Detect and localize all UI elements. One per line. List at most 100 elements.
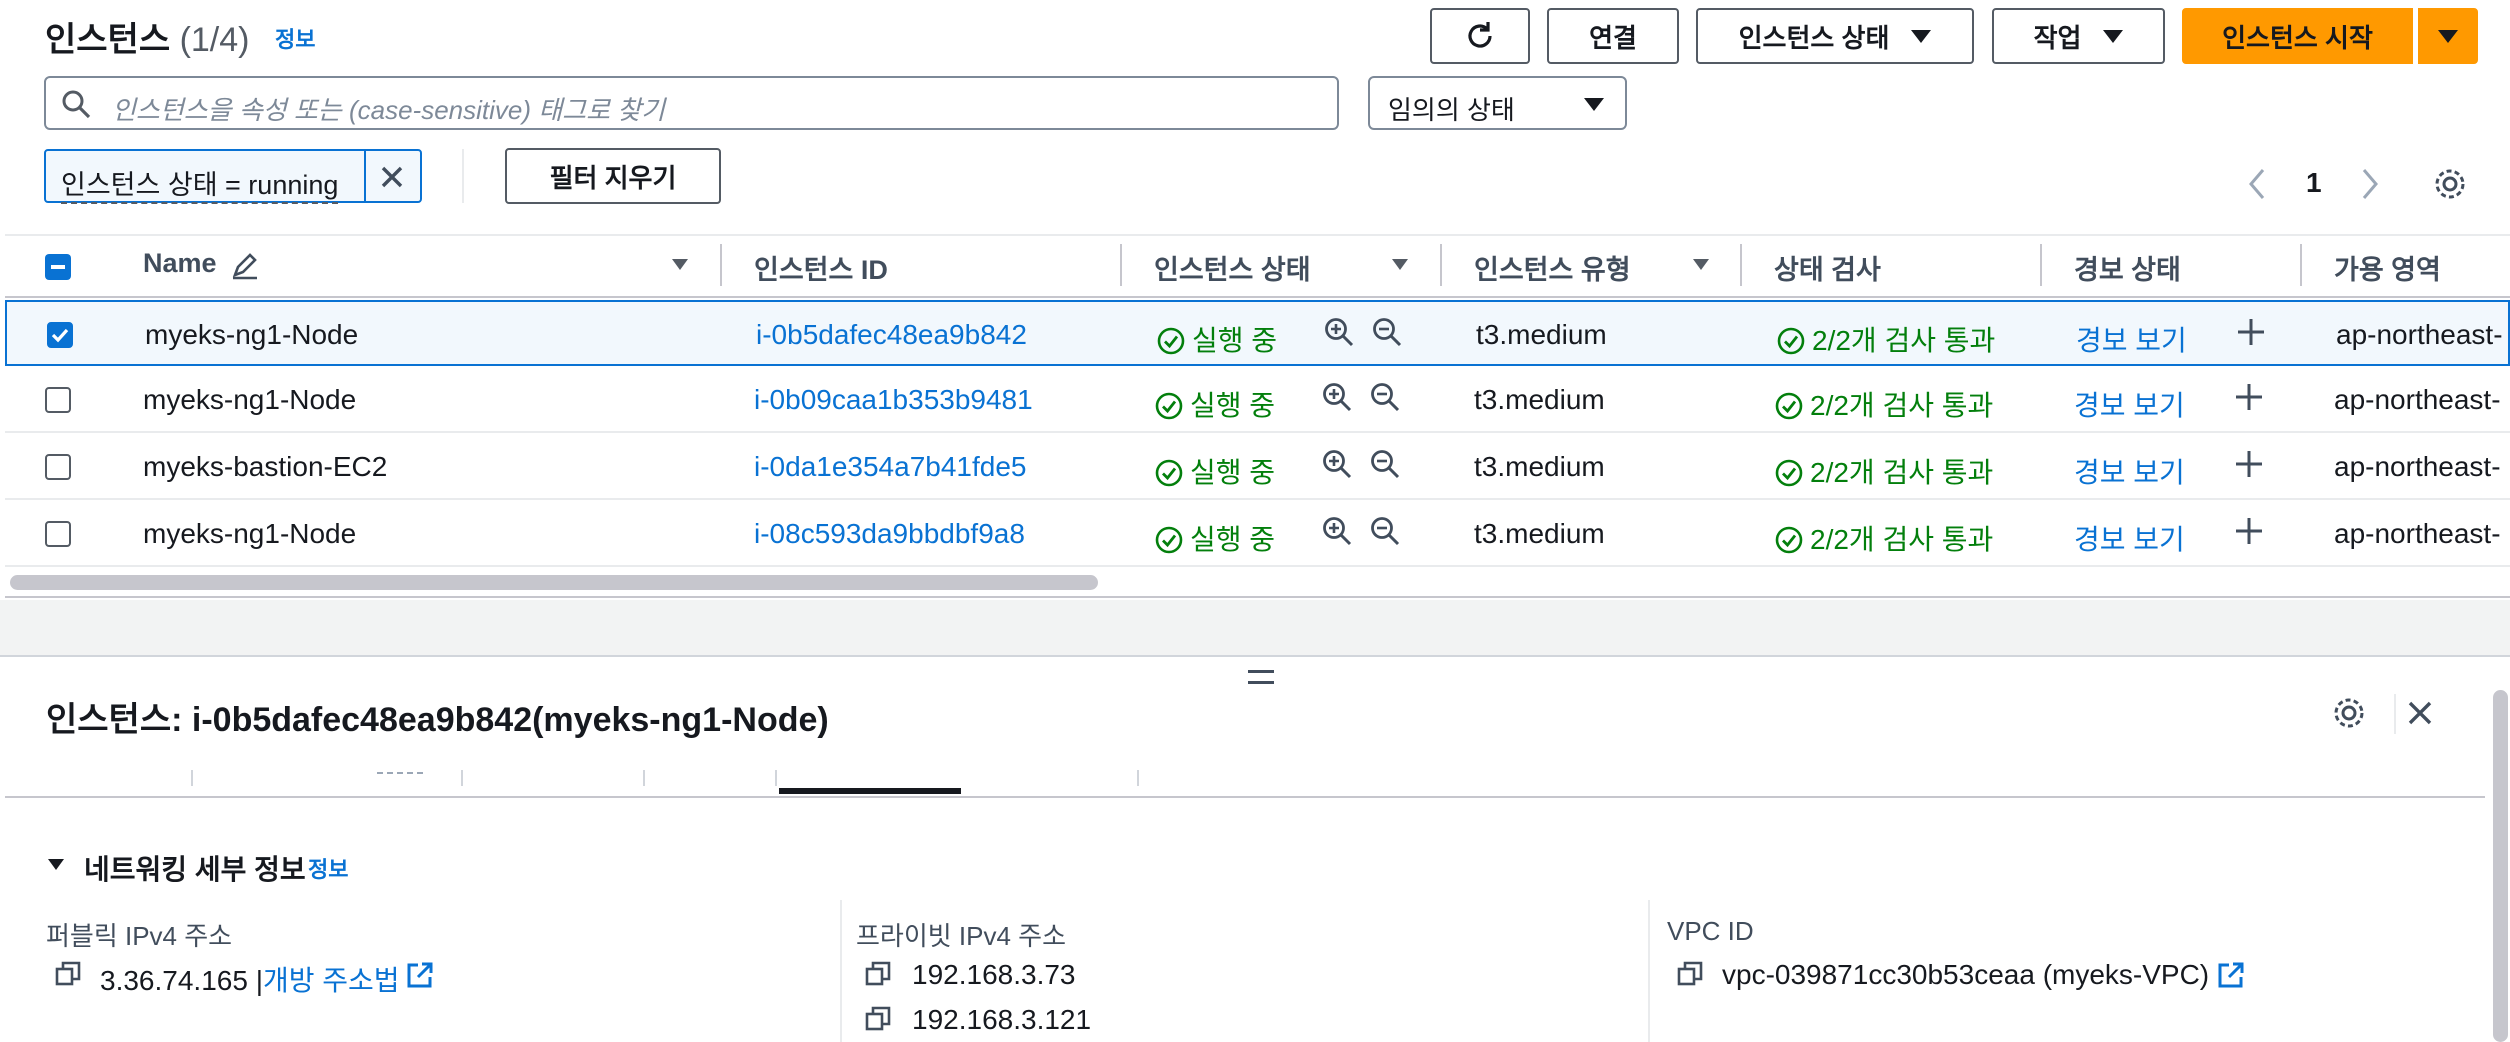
add-alarm-icon[interactable]	[2235, 316, 2267, 348]
column-header-instance-type[interactable]: 인스턴스 유형	[1474, 248, 1631, 287]
info-link[interactable]: 정보	[275, 22, 315, 54]
page-number[interactable]: 1	[2306, 167, 2322, 199]
instance-id-link[interactable]: i-08c593da9bbdbf9a8	[754, 518, 1025, 550]
external-link-icon[interactable]	[405, 960, 435, 990]
cell-name: myeks-ng1-Node	[143, 518, 357, 549]
status-ok-icon	[1777, 327, 1805, 355]
tab-separator	[1137, 770, 1139, 786]
detail-tabs	[5, 762, 2485, 798]
sort-icon[interactable]	[672, 259, 688, 270]
cell-instance-type: t3.medium	[1476, 319, 1607, 350]
caret-down-icon	[1911, 29, 1932, 43]
close-icon[interactable]	[376, 161, 408, 193]
zoom-out-icon[interactable]	[1369, 381, 1401, 413]
split-panel-divider	[0, 600, 2510, 657]
tab-separator	[191, 770, 193, 786]
caret-down-icon	[2438, 29, 2458, 43]
table-row[interactable]: myeks-ng1-Node i-0b5dafec48ea9b842 실행 중 t3.…	[5, 300, 2510, 366]
cell-name: myeks-ng1-Node	[143, 384, 357, 415]
cell-instance-state: 실행 중	[1156, 319, 1277, 359]
chevron-right-icon[interactable]	[2358, 166, 2382, 202]
refresh-button[interactable]	[1430, 8, 1530, 64]
zoom-out-icon[interactable]	[1369, 448, 1401, 480]
status-ok-icon	[1157, 327, 1185, 355]
edit-icon	[232, 253, 257, 280]
settings-gear-icon[interactable]	[2432, 166, 2468, 202]
view-alarms-link[interactable]: 경보 보기	[2074, 518, 2185, 558]
column-header-alarm-status[interactable]: 경보 상태	[2074, 248, 2181, 287]
refresh-icon	[1468, 22, 1492, 48]
tab-networking-active[interactable]	[779, 788, 961, 794]
state-filter-select[interactable]: 임의의 상태	[1368, 76, 1627, 130]
actions-dropdown[interactable]: 작업	[1992, 8, 2165, 64]
zoom-out-icon[interactable]	[1369, 515, 1401, 547]
table-row[interactable]: myeks-ng1-Node i-08c593da9bbdbf9a8 실행 중 t3.…	[5, 501, 2510, 567]
open-address-link[interactable]: 개방 주소법	[263, 965, 400, 996]
add-alarm-icon[interactable]	[2233, 381, 2265, 413]
connect-button[interactable]: 연결	[1547, 8, 1679, 64]
instance-id-link[interactable]: i-0b09caa1b353b9481	[754, 384, 1033, 416]
search-icon	[62, 90, 91, 119]
resize-handle[interactable]	[1248, 670, 1274, 684]
column-header-instance-id[interactable]: 인스턴스 ID	[754, 248, 888, 287]
instance-id-link[interactable]: i-0da1e354a7b41fde5	[754, 451, 1026, 483]
filter-token: 인스턴스 상태 = running	[44, 149, 422, 204]
section-info-link[interactable]: 정보	[308, 852, 348, 884]
column-header-availability-zone[interactable]: 가용 영역	[2334, 248, 2441, 287]
column-header-status-check[interactable]: 상태 검사	[1774, 248, 1881, 287]
cell-status-check: 2/2개 검사 통과	[1774, 384, 1993, 424]
chevron-left-icon[interactable]	[2245, 166, 2269, 202]
copy-icon[interactable]	[864, 1005, 892, 1033]
tab-separator	[775, 770, 777, 786]
row-checkbox[interactable]	[47, 322, 73, 348]
caret-down-icon[interactable]	[48, 859, 64, 870]
zoom-in-icon[interactable]	[1321, 381, 1353, 413]
settings-gear-icon[interactable]	[2331, 695, 2367, 731]
select-all-checkbox[interactable]	[45, 254, 71, 280]
copy-icon[interactable]	[54, 960, 82, 988]
clear-filters-button[interactable]: 필터 지우기	[505, 148, 721, 204]
sort-icon[interactable]	[1392, 259, 1408, 270]
row-checkbox[interactable]	[45, 387, 71, 413]
view-alarms-link[interactable]: 경보 보기	[2076, 319, 2187, 359]
tab-indicator	[377, 772, 423, 774]
zoom-in-icon[interactable]	[1321, 448, 1353, 480]
caret-down-icon	[2103, 29, 2124, 43]
vpc-id-link[interactable]: vpc-039871cc30b53ceaa (myeks-VPC)	[1722, 959, 2209, 991]
view-alarms-link[interactable]: 경보 보기	[2074, 451, 2185, 491]
search-input[interactable]: 인스턴스을 속성 또는 (case-sensitive) 태그로 찾기	[44, 76, 1339, 130]
instance-id-link[interactable]: i-0b5dafec48ea9b842	[756, 319, 1027, 351]
sort-icon[interactable]	[1693, 259, 1709, 270]
copy-icon[interactable]	[1676, 960, 1704, 988]
row-checkbox[interactable]	[45, 454, 71, 480]
cell-instance-type: t3.medium	[1474, 451, 1605, 482]
zoom-in-icon[interactable]	[1321, 515, 1353, 547]
instance-state-dropdown[interactable]: 인스턴스 상태	[1696, 8, 1974, 64]
launch-instances-button[interactable]: 인스턴스 시작	[2182, 8, 2413, 64]
zoom-out-icon[interactable]	[1371, 316, 1403, 348]
section-heading[interactable]: 네트워킹 세부 정보	[84, 848, 306, 888]
cell-status-check: 2/2개 검사 통과	[1774, 518, 1993, 558]
horizontal-scrollbar[interactable]	[10, 575, 1098, 590]
column-header-name[interactable]: Name	[143, 248, 217, 279]
external-link-icon[interactable]	[2216, 960, 2246, 990]
filter-token-label[interactable]: 인스턴스 상태 = running	[61, 163, 339, 204]
column-header-instance-state[interactable]: 인스턴스 상태	[1154, 248, 1311, 287]
copy-icon[interactable]	[864, 960, 892, 988]
private-ipv4-value: 192.168.3.73	[912, 959, 1076, 990]
view-alarms-link[interactable]: 경보 보기	[2074, 384, 2185, 424]
cell-instance-type: t3.medium	[1474, 518, 1605, 549]
add-alarm-icon[interactable]	[2233, 515, 2265, 547]
vertical-scrollbar[interactable]	[2493, 690, 2508, 1042]
table-row[interactable]: myeks-ng1-Node i-0b09caa1b353b9481 실행 중 t3.…	[5, 367, 2510, 433]
add-alarm-icon[interactable]	[2233, 448, 2265, 480]
table-row[interactable]: myeks-bastion-EC2 i-0da1e354a7b41fde5 실행 중…	[5, 434, 2510, 500]
row-checkbox[interactable]	[45, 521, 71, 547]
cell-availability-zone: ap-northeast-	[2334, 451, 2501, 482]
close-icon[interactable]	[2402, 695, 2438, 731]
zoom-in-icon[interactable]	[1323, 316, 1355, 348]
status-ok-icon	[1775, 459, 1803, 487]
cell-availability-zone: ap-northeast-	[2336, 319, 2503, 350]
launch-options-dropdown[interactable]	[2418, 8, 2478, 64]
cell-availability-zone: ap-northeast-	[2334, 518, 2501, 549]
